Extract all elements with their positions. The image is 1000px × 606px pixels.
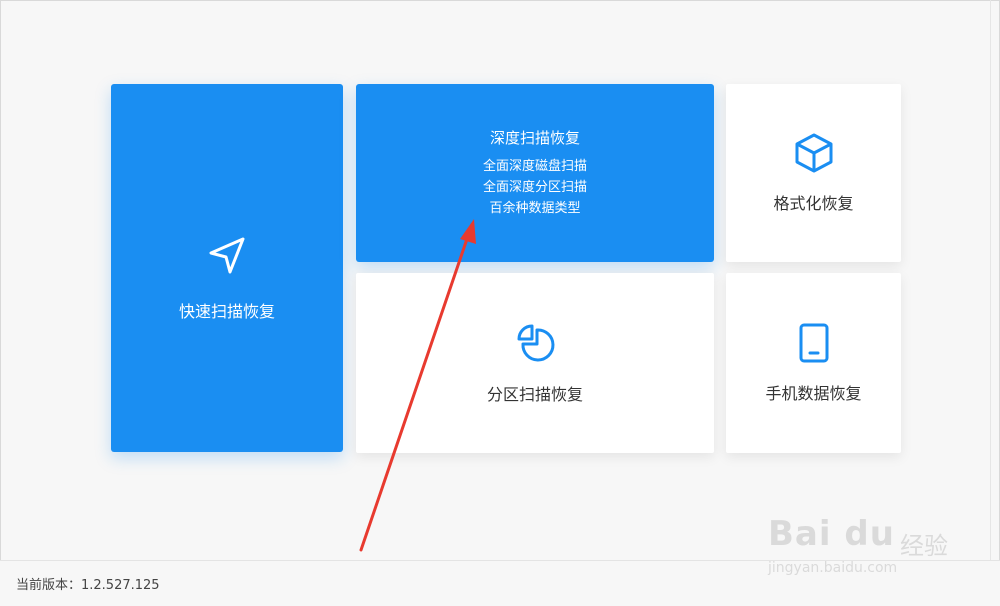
deep-scan-feature: 全面深度磁盘扫描: [482, 159, 587, 174]
deep-scan-feature: 全面深度分区扫描: [482, 180, 587, 195]
deep-scan-feature: 百余种数据类型: [489, 201, 581, 216]
tablet-icon: [796, 322, 832, 368]
partition-scan-label: 分区扫描恢复: [486, 385, 583, 404]
format-recovery-label: 格式化恢复: [773, 194, 854, 213]
format-recovery-tile[interactable]: 格式化恢复: [726, 84, 901, 262]
navigation-arrow-icon: [207, 236, 247, 280]
phone-recovery-tile[interactable]: 手机数据恢复: [726, 273, 901, 453]
version-text: 当前版本：1.2.527.125: [16, 578, 160, 593]
baidu-watermark: Bai du 经验 jingyan.baidu.com: [760, 500, 960, 590]
watermark-brand: Bai du: [768, 514, 895, 554]
quick-scan-label: 快速扫描恢复: [178, 302, 275, 321]
divider: [990, 0, 991, 560]
pie-chart-icon: [514, 321, 556, 367]
watermark-cn: 经验: [900, 532, 948, 560]
cube-icon: [793, 132, 835, 178]
partition-scan-tile[interactable]: 分区扫描恢复: [356, 273, 714, 453]
deep-scan-title: 深度扫描恢复: [489, 129, 580, 147]
quick-scan-tile[interactable]: 快速扫描恢复: [111, 84, 343, 452]
deep-scan-tile[interactable]: 深度扫描恢复 全面深度磁盘扫描 全面深度分区扫描 百余种数据类型: [356, 84, 714, 262]
phone-recovery-label: 手机数据恢复: [765, 384, 862, 403]
watermark-url: jingyan.baidu.com: [768, 560, 898, 576]
